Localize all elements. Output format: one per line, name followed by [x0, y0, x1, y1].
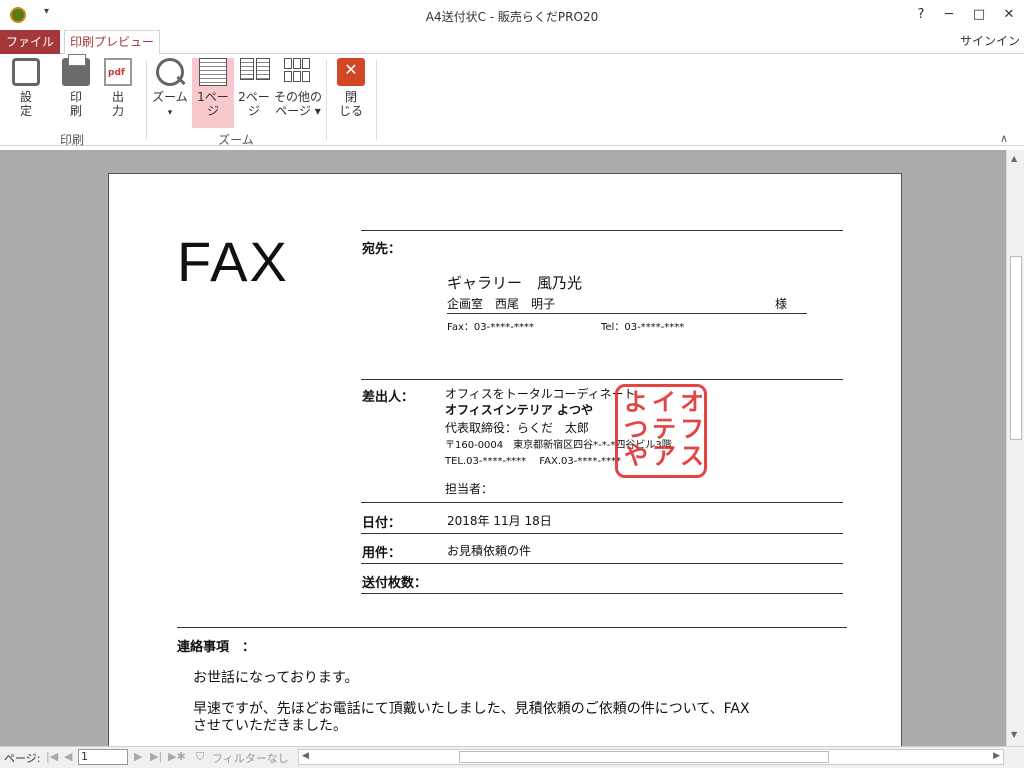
vertical-scrollbar[interactable]: ▲ ▼ — [1006, 150, 1024, 746]
output-label: 出 力 — [111, 90, 124, 118]
close-window-button[interactable]: ✕ — [994, 5, 1024, 25]
ribbon: 設 定 印 刷 pdf 出 力 印刷 ズーム ▾ 1ペー ジ 2ペー ジ その他… — [0, 54, 1024, 147]
group-separator — [146, 60, 147, 140]
help-button[interactable]: ? — [906, 5, 936, 25]
from-telfax: TEL.03-****-**** FAX.03-****-**** — [445, 456, 621, 467]
divider — [361, 563, 843, 564]
notes-line: お世話になっております。 — [193, 670, 359, 686]
company-seal: オ フ ス イ テ ア よ つ や — [615, 384, 707, 478]
page-label: ページ: — [4, 752, 41, 765]
restore-button[interactable]: □ — [964, 5, 994, 25]
title-bar: ▾ A4送付状C - 販売らくだPRO20 ? ─ □ ✕ — [0, 0, 1024, 30]
close-label: 閉 じる — [338, 90, 363, 118]
seal-text: イ テ ア — [652, 388, 676, 470]
print-label: 印 刷 — [69, 90, 82, 118]
first-page-button[interactable]: |◀ — [46, 750, 58, 763]
seal-text: よ つ や — [624, 388, 648, 470]
output-button[interactable]: pdf 出 力 — [98, 58, 138, 128]
zoom-label: ズーム — [152, 90, 188, 104]
ribbon-tabs: ファイル 印刷プレビュー サインイン — [0, 30, 1024, 55]
horizontal-scroll-thumb[interactable] — [459, 751, 829, 763]
vertical-scroll-thumb[interactable] — [1010, 256, 1022, 440]
two-page-label: 2ペー ジ — [238, 90, 270, 118]
filter-status[interactable]: フィルターなし — [212, 750, 289, 766]
signin-link[interactable]: サインイン — [960, 32, 1020, 49]
seal-text: オ フ ス — [680, 388, 704, 470]
one-page-button[interactable]: 1ペー ジ — [192, 58, 234, 128]
collapse-ribbon-button[interactable]: ∧ — [1000, 132, 1008, 145]
document-page: FAX 宛先： ギャラリー 風乃光 企画室 西尾 明子 様 Fax：03-***… — [108, 173, 902, 746]
print-preview-area[interactable]: FAX 宛先： ギャラリー 風乃光 企画室 西尾 明子 様 Fax：03-***… — [0, 150, 1006, 746]
divider — [177, 627, 847, 628]
zoom-dropdown-arrow: ▾ — [167, 108, 173, 118]
pages-label: 送付枚数： — [362, 576, 428, 591]
from-tagline: オフィスをトータルコーディネート — [445, 387, 636, 401]
pdf-badge: pdf — [108, 68, 125, 78]
one-page-label: 1ペー ジ — [197, 90, 229, 118]
next-page-button[interactable]: ▶ — [134, 750, 142, 763]
prev-page-button[interactable]: ◀ — [64, 750, 72, 763]
notes-label: 連絡事項 ： — [177, 640, 256, 655]
last-page-button[interactable]: ▶| — [150, 750, 162, 763]
group-separator — [376, 60, 377, 140]
two-page-button[interactable]: 2ペー ジ — [236, 58, 272, 128]
window-title: A4送付状C - 販売らくだPRO20 — [425, 10, 599, 24]
divider — [447, 313, 807, 314]
date-value: 2018年 11月 18日 — [447, 514, 552, 528]
settings-button[interactable]: 設 定 — [6, 58, 46, 128]
to-honorific: 様 — [775, 297, 788, 311]
divider — [361, 533, 843, 534]
print-button[interactable]: 印 刷 — [56, 54, 96, 128]
date-label: 日付： — [362, 516, 402, 531]
page-number-input[interactable]: 1 — [78, 749, 128, 765]
scroll-down-icon[interactable]: ▼ — [1011, 730, 1017, 739]
group-print-label: 印刷 — [59, 133, 84, 147]
divider — [361, 379, 843, 380]
tab-print-preview[interactable]: 印刷プレビュー — [64, 30, 160, 55]
zoom-button[interactable]: ズーム ▾ — [150, 58, 190, 128]
divider — [361, 593, 843, 594]
filter-icon: ⛉ — [196, 750, 205, 763]
group-zoom-label: ズーム — [218, 133, 254, 147]
subject-label: 用件： — [362, 546, 402, 561]
single-page-icon — [199, 58, 227, 86]
group-separator — [326, 60, 327, 140]
notes-line: させていただきました。 — [193, 718, 347, 734]
scroll-left-icon[interactable]: ◀ — [302, 751, 309, 761]
from-staff: 担当者： — [445, 482, 494, 496]
divider — [361, 230, 843, 231]
record-navigation-bar: ページ: |◀ ◀ 1 ▶ ▶| ▶✱ ⛉ フィルターなし ◀ ▶ — [0, 746, 1024, 768]
magnifier-icon — [156, 58, 184, 86]
page-setup-icon — [12, 58, 40, 86]
printer-icon — [62, 54, 90, 86]
scroll-right-icon[interactable]: ▶ — [993, 751, 1000, 761]
pdf-icon: pdf — [104, 58, 132, 86]
multi-page-icon — [284, 58, 312, 86]
tab-file[interactable]: ファイル — [0, 30, 60, 54]
settings-label: 設 定 — [19, 90, 32, 118]
scroll-up-icon[interactable]: ▲ — [1011, 154, 1017, 163]
from-label: 差出人： — [362, 390, 415, 405]
new-record-button[interactable]: ▶✱ — [168, 750, 186, 763]
from-company: オフィスインテリア よつや — [445, 403, 593, 417]
from-rep: 代表取締役：らくだ 太郎 — [445, 421, 590, 435]
subject-value: お見積依頼の件 — [447, 544, 532, 558]
divider — [361, 502, 843, 503]
to-tel: Tel：03-****-**** — [601, 322, 685, 333]
other-pages-label: その他の ページ ▾ — [274, 90, 323, 118]
horizontal-scrollbar[interactable]: ◀ ▶ — [298, 749, 1004, 765]
to-label: 宛先： — [362, 242, 402, 257]
other-pages-button[interactable]: その他の ページ ▾ — [274, 58, 322, 128]
close-preview-button[interactable]: ✕ 閉 じる — [332, 58, 370, 128]
minimize-button[interactable]: ─ — [934, 5, 964, 25]
to-company: ギャラリー 風乃光 — [447, 274, 583, 292]
close-icon: ✕ — [337, 58, 365, 86]
fax-heading: FAX — [177, 230, 289, 293]
to-fax: Fax：03-****-**** — [447, 322, 534, 333]
two-page-icon — [240, 58, 270, 86]
to-person: 企画室 西尾 明子 — [447, 297, 556, 311]
